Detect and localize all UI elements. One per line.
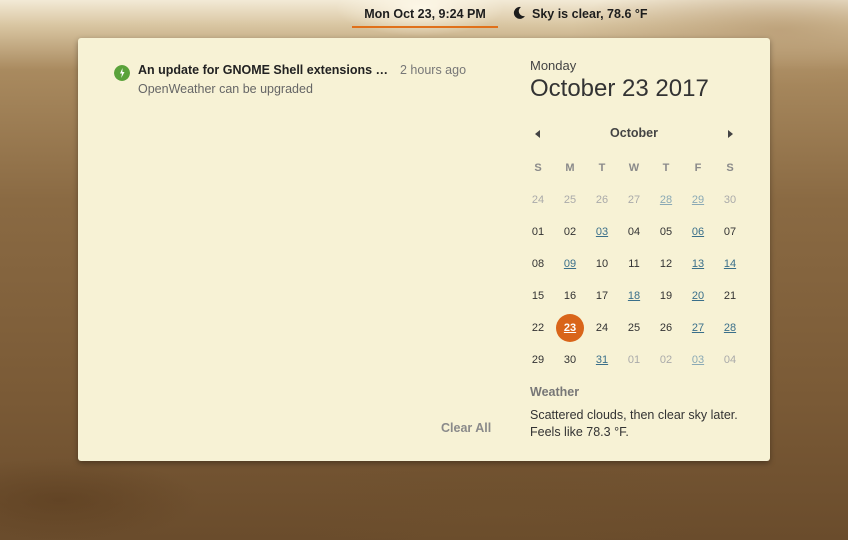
- clock-button[interactable]: Mon Oct 23, 9:24 PM: [352, 0, 498, 28]
- notification-time: 2 hours ago: [400, 63, 467, 77]
- calendar-day[interactable]: 04: [618, 218, 650, 246]
- calendar-day[interactable]: 29: [682, 186, 714, 214]
- calendar-day[interactable]: 02: [650, 346, 682, 374]
- calendar-day[interactable]: 27: [618, 186, 650, 214]
- calendar-day[interactable]: 12: [650, 250, 682, 278]
- calendar-day[interactable]: 07: [714, 218, 746, 246]
- calendar-day[interactable]: 04: [714, 346, 746, 374]
- calendar-day-today[interactable]: 23: [554, 314, 586, 342]
- calendar-day[interactable]: 19: [650, 282, 682, 310]
- weekday-header: T: [662, 162, 670, 174]
- calendar-day[interactable]: 28: [650, 186, 682, 214]
- calendar-day[interactable]: 08: [522, 250, 554, 278]
- calendar-day[interactable]: 30: [714, 186, 746, 214]
- calendar-day[interactable]: 10: [586, 250, 618, 278]
- calendar-day[interactable]: 01: [618, 346, 650, 374]
- calendar-day[interactable]: 20: [682, 282, 714, 310]
- current-date: October 23 2017: [530, 75, 709, 102]
- calendar-day[interactable]: 03: [682, 346, 714, 374]
- weekday-header: S: [534, 162, 542, 174]
- calendar-day[interactable]: 31: [586, 346, 618, 374]
- calendar-day[interactable]: 01: [522, 218, 554, 246]
- calendar-day[interactable]: 16: [554, 282, 586, 310]
- calendar-day[interactable]: 26: [586, 186, 618, 214]
- previous-month-icon[interactable]: [530, 126, 546, 142]
- weather-section-label: Weather: [530, 385, 580, 399]
- calendar-day[interactable]: 14: [714, 250, 746, 278]
- calendar-day[interactable]: 17: [586, 282, 618, 310]
- calendar-day[interactable]: 15: [522, 282, 554, 310]
- moon-icon: [513, 6, 525, 19]
- weekday-header: F: [694, 162, 702, 174]
- clear-all-button[interactable]: Clear All: [441, 421, 491, 435]
- weather-indicator[interactable]: Sky is clear, 78.6 °F: [512, 0, 648, 28]
- calendar-day[interactable]: 03: [586, 218, 618, 246]
- day-name: Monday: [530, 58, 577, 73]
- calendar-day[interactable]: 25: [554, 186, 586, 214]
- weekday-header: W: [628, 162, 640, 174]
- calendar-day[interactable]: 24: [586, 314, 618, 342]
- notification-title: An update for GNOME Shell extensions a..…: [138, 63, 390, 77]
- calendar-day[interactable]: 11: [618, 250, 650, 278]
- calendar-day[interactable]: 18: [618, 282, 650, 310]
- top-bar: Mon Oct 23, 9:24 PM Sky is clear, 78.6 °…: [0, 0, 848, 30]
- calendar-day[interactable]: 24: [522, 186, 554, 214]
- calendar-day[interactable]: 28: [714, 314, 746, 342]
- calendar-day[interactable]: 13: [682, 250, 714, 278]
- calendar-day[interactable]: 22: [522, 314, 554, 342]
- calendar-day[interactable]: 09: [554, 250, 586, 278]
- calendar-day[interactable]: 05: [650, 218, 682, 246]
- calendar-day[interactable]: 30: [554, 346, 586, 374]
- calendar-day[interactable]: 27: [682, 314, 714, 342]
- weekday-header: M: [565, 162, 575, 174]
- calendar-popover: An update for GNOME Shell extensions a..…: [78, 38, 770, 461]
- calendar-day[interactable]: 21: [714, 282, 746, 310]
- notification-body: OpenWeather can be upgraded: [138, 82, 313, 96]
- weekday-header: S: [726, 162, 734, 174]
- month-navigation: October: [530, 124, 740, 144]
- weather-indicator-text: Sky is clear, 78.6 °F: [532, 7, 648, 21]
- calendar-panel: Monday October 23 2017 October S M T W T F S 24…: [530, 38, 770, 461]
- weekday-header: T: [598, 162, 606, 174]
- update-icon: [114, 65, 130, 81]
- calendar-day[interactable]: 02: [554, 218, 586, 246]
- calendar-day[interactable]: 25: [618, 314, 650, 342]
- calendar-day[interactable]: 06: [682, 218, 714, 246]
- calendar-day[interactable]: 29: [522, 346, 554, 374]
- weather-forecast-text: Scattered clouds, then clear sky later. …: [530, 408, 738, 439]
- calendar-day[interactable]: 26: [650, 314, 682, 342]
- month-name: October: [610, 126, 658, 140]
- next-month-icon[interactable]: [722, 126, 738, 142]
